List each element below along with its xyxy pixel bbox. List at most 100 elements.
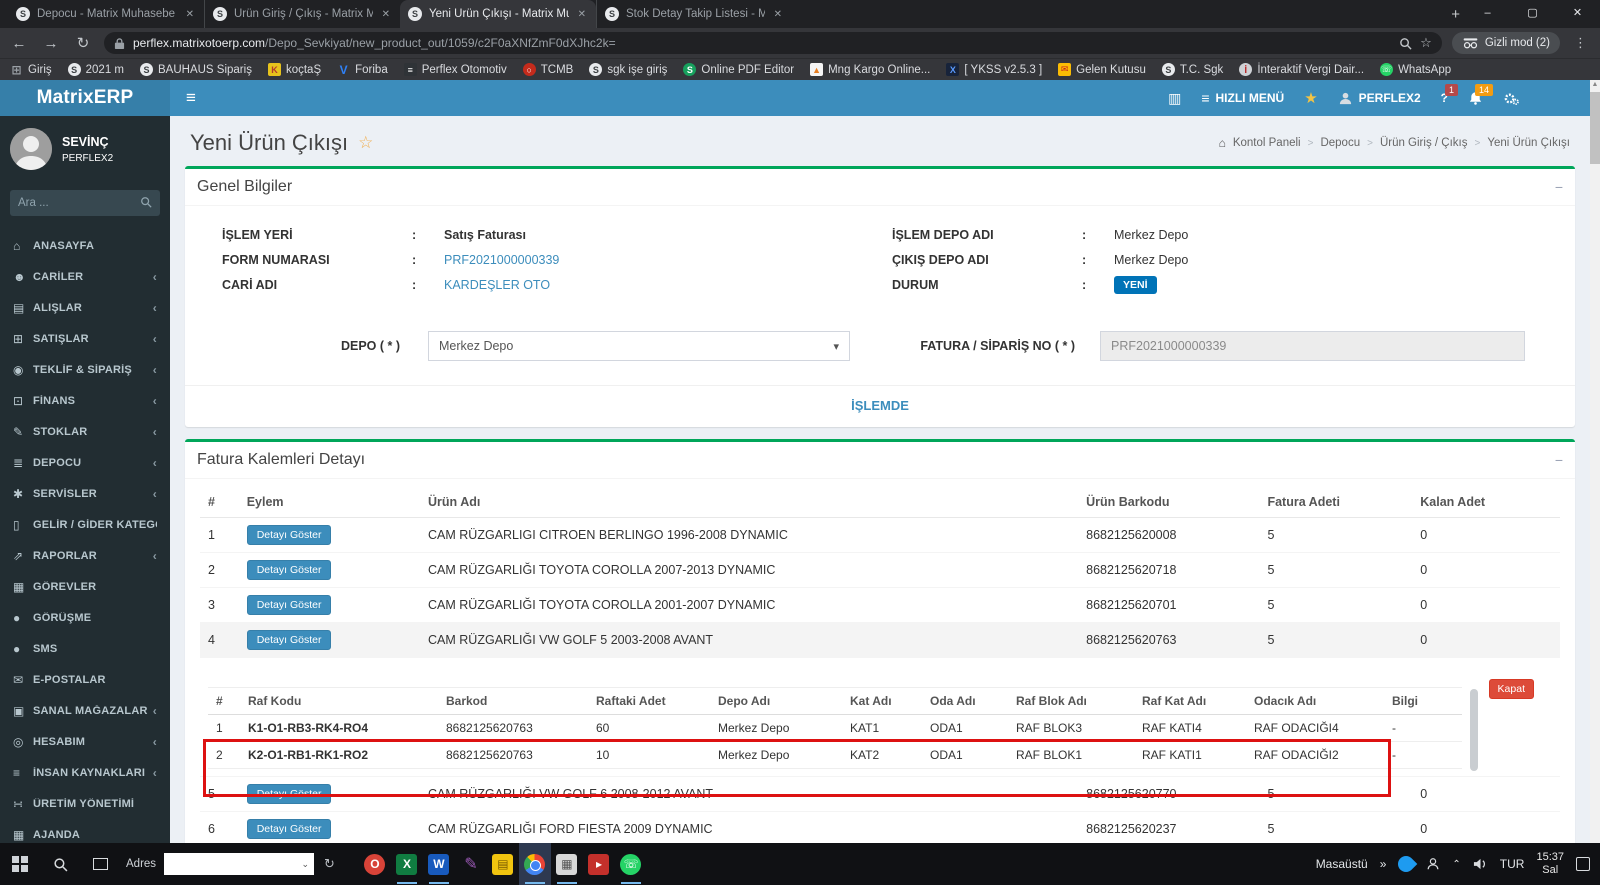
excel-icon[interactable]: X xyxy=(391,843,423,885)
grid-icon[interactable]: ▥ xyxy=(1168,90,1181,107)
start-button[interactable] xyxy=(0,843,40,885)
show-detail-button[interactable]: Detayı Göster xyxy=(246,819,332,839)
media-red-icon[interactable]: ▸ xyxy=(583,843,615,885)
back-icon[interactable]: ← xyxy=(8,35,30,52)
bookmark-item[interactable]: Ssgk işe giriş xyxy=(589,63,667,76)
sidebar-item[interactable]: ⊞ SATIŞLAR ‹ xyxy=(0,323,170,354)
sidebar-item[interactable]: ☻ CARİLER ‹ xyxy=(0,261,170,292)
table-row[interactable]: 6 Detayı Göster CAM RÜZGARLIĞI FORD FIESTA… xyxy=(200,811,1560,843)
bookmark-item[interactable]: S Online PDF Editor xyxy=(683,63,794,76)
bookmark-item[interactable]: İ İnteraktif Vergi Dair... xyxy=(1239,63,1364,76)
desktop-label[interactable]: Masaüstü xyxy=(1316,857,1368,871)
browser-tab[interactable]: S Stok Detay Takip Listesi - Matrix ✕ xyxy=(596,0,792,28)
whatsapp-icon[interactable]: ☏ xyxy=(615,843,647,885)
sidebar-item[interactable]: ◉ TEKLİF & SİPARİŞ ‹ xyxy=(0,354,170,385)
close-detail-button[interactable]: Kapat xyxy=(1488,679,1534,699)
table-row[interactable]: 3 Detayı Göster CAM RÜZGARLIĞI TOYOTA CORO… xyxy=(200,587,1560,623)
tab-close-icon[interactable]: ✕ xyxy=(772,7,784,22)
settings-gears-icon[interactable] xyxy=(1503,91,1520,106)
address-bar[interactable]: perflex.matrixotoerp.com/Depo_Sevkiyat/n… xyxy=(104,32,1442,54)
minimize-button[interactable]: – xyxy=(1465,0,1510,28)
show-detail-button[interactable]: Detayı Göster xyxy=(246,525,332,545)
quick-menu-button[interactable]: ≡ HIZLI MENÜ xyxy=(1201,90,1284,106)
sidebar-search-button[interactable] xyxy=(132,190,160,216)
browser-menu-icon[interactable]: ⋮ xyxy=(1570,35,1592,51)
breadcrumb-item[interactable]: Yeni Ürün Çıkışı xyxy=(1487,137,1570,149)
scrollbar-thumb[interactable] xyxy=(1590,92,1600,164)
sidebar-item[interactable]: ≡ İNSAN KAYNAKLARI ‹ xyxy=(0,757,170,788)
field-value-link[interactable]: PRF2021000000339 xyxy=(444,253,559,267)
fatura-siparis-input[interactable] xyxy=(1100,331,1525,361)
search-icon[interactable] xyxy=(1399,37,1412,50)
tray-expand-icon[interactable]: ⌃ xyxy=(1452,859,1460,870)
task-view-button[interactable] xyxy=(80,843,120,885)
brand-logo[interactable]: MatrixERP xyxy=(0,80,170,116)
scroll-up-icon[interactable]: ▲ xyxy=(1590,80,1600,90)
tray-overflow-chevron[interactable]: » xyxy=(1380,857,1387,871)
page-scrollbar[interactable]: ▲ xyxy=(1590,80,1600,843)
refresh-icon[interactable]: ↻ xyxy=(72,34,94,52)
address-toolbar-input[interactable] xyxy=(164,854,297,874)
address-go-icon[interactable]: ↻ xyxy=(324,856,335,872)
table-row[interactable]: 2 Detayı Göster CAM RÜZGARLIĞI TOYOTA CORO… xyxy=(200,552,1560,588)
breadcrumb-item[interactable]: Ürün Giriş / Çıkış xyxy=(1380,137,1468,149)
tab-close-icon[interactable]: ✕ xyxy=(576,7,588,22)
people-icon[interactable] xyxy=(1426,857,1440,871)
sidebar-search-input[interactable] xyxy=(10,190,132,216)
tab-close-icon[interactable]: ✕ xyxy=(380,7,392,22)
collapse-icon[interactable]: − xyxy=(1555,452,1563,468)
bookmark-item[interactable]: V Foriba xyxy=(337,63,388,77)
sidebar-item[interactable]: ▤ ALIŞLAR ‹ xyxy=(0,292,170,323)
sidebar-item[interactable]: ≣ DEPOCU ‹ xyxy=(0,447,170,478)
bookmark-item[interactable]: X [ YKSS v2.5.3 ] xyxy=(946,63,1042,76)
favorite-page-star-icon[interactable]: ☆ xyxy=(358,133,373,153)
bookmark-item[interactable]: ☏ WhatsApp xyxy=(1380,63,1451,76)
favorites-star-icon[interactable]: ★ xyxy=(1304,89,1317,107)
bookmark-item[interactable]: S T.C. Sgk xyxy=(1161,63,1223,76)
action-center-icon[interactable] xyxy=(1576,857,1590,871)
table-row[interactable]: 4 Detayı Göster CAM RÜZGARLIĞI VW GOLF 5 2… xyxy=(200,622,1560,658)
browser-red-icon[interactable]: O xyxy=(359,843,391,885)
bookmark-item[interactable]: ≡ Perflex Otomotiv xyxy=(403,63,507,76)
shelf-row[interactable]: 1 K1-O1-RB3-RK4-RO4 8682125620763 60 Merkez … xyxy=(208,714,1462,742)
sidebar-item[interactable]: ⌂ ANASAYFA xyxy=(0,230,170,261)
bookmark-item[interactable]: ✉ Gelen Kutusu xyxy=(1058,63,1146,76)
new-tab-button[interactable]: + xyxy=(1451,6,1460,23)
bookmark-star-icon[interactable]: ☆ xyxy=(1420,35,1432,51)
sidebar-item[interactable]: ⇗ RAPORLAR ‹ xyxy=(0,540,170,571)
table-row[interactable]: 1 Detayı Göster CAM RÜZGARLIGI CITROEN BER… xyxy=(200,517,1560,553)
speaker-icon[interactable] xyxy=(1473,858,1488,870)
pen-purple-icon[interactable]: ✎ xyxy=(455,843,487,885)
close-button[interactable]: ✕ xyxy=(1555,0,1600,28)
forward-icon[interactable]: → xyxy=(40,35,62,52)
sidebar-item[interactable]: ● SMS xyxy=(0,633,170,664)
sidebar-item[interactable]: ✎ STOKLAR ‹ xyxy=(0,416,170,447)
table-row[interactable]: 5 Detayı Göster CAM RÜZGARLIĞI VW GOLF 6 2… xyxy=(200,776,1560,812)
breadcrumb-item[interactable]: Kontol Paneli xyxy=(1233,137,1301,149)
chrome-icon[interactable] xyxy=(518,843,551,885)
calculator-icon[interactable]: ▦ xyxy=(551,843,583,885)
clock[interactable]: 15:37 Sal xyxy=(1536,851,1564,877)
breadcrumb-item[interactable]: Depocu xyxy=(1320,137,1360,149)
sidebar-item[interactable]: ∺ ÜRETİM YÖNETİMİ xyxy=(0,788,170,819)
bookmark-item[interactable]: ▲ Mng Kargo Online... xyxy=(810,63,930,76)
bookmark-item[interactable]: KkoçtaŞ xyxy=(267,63,321,76)
cloud-drop-icon[interactable] xyxy=(1395,852,1418,876)
chevron-down-icon[interactable]: ⌄ xyxy=(297,859,315,870)
bookmark-item[interactable]: ○ TCMB xyxy=(522,63,573,76)
sidebar-toggle-icon[interactable]: ≡ xyxy=(170,88,212,108)
tab-close-icon[interactable]: ✕ xyxy=(184,7,196,22)
sidebar-item[interactable]: ▯ GELİR / GİDER KATEGORİ xyxy=(0,509,170,540)
show-detail-button[interactable]: Detayı Göster xyxy=(246,560,332,580)
sidebar-item[interactable]: ▣ SANAL MAĞAZALAR ‹ xyxy=(0,695,170,726)
collapse-icon[interactable]: − xyxy=(1555,179,1563,195)
depo-select[interactable]: Merkez Depo ▾ xyxy=(428,331,850,361)
folder-yellow-icon[interactable]: ▤ xyxy=(487,843,519,885)
islemde-link[interactable]: İŞLEMDE xyxy=(185,386,1575,427)
bookmark-item[interactable]: S BAUHAUS Sipariş xyxy=(140,63,252,76)
bookmark-item[interactable]: S 2021 m xyxy=(67,63,124,76)
user-menu[interactable]: PERFLEX2 xyxy=(1338,91,1421,106)
shelf-row[interactable]: 2 K2-O1-RB1-RK1-RO2 8682125620763 10 Merkez … xyxy=(208,741,1462,769)
browser-tab[interactable]: S Yeni Ürün Çıkışı - Matrix Muhasel ✕ xyxy=(400,0,596,28)
nested-scrollbar[interactable] xyxy=(1470,689,1478,771)
